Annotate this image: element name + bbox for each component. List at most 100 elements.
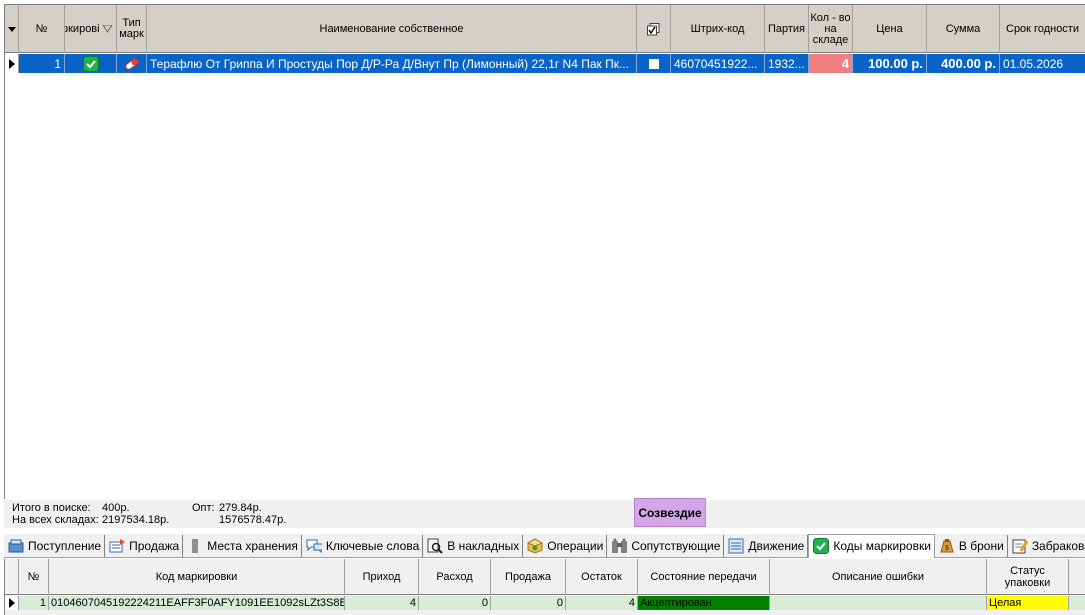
tab-related[interactable]: Сопутствующие [607, 534, 725, 557]
code-row-error [770, 596, 987, 610]
col-pack-status[interactable]: Статус упаковки [987, 559, 1069, 595]
tab-label: Сопутствующие [631, 538, 721, 553]
sale-icon [109, 538, 126, 554]
col-marking[interactable]: ркирові [65, 5, 117, 53]
current-row-icon [9, 58, 15, 69]
col-state[interactable]: Состояние передачи [638, 559, 770, 595]
sozvezdie-button[interactable]: Созвездие [634, 498, 706, 527]
all-stores-label: На всех складах: [12, 514, 99, 526]
tab-reserve[interactable]: $ В брони [935, 534, 1008, 557]
filter-icon [102, 25, 112, 33]
tab-label: Места хранения [207, 538, 298, 553]
row-num: 1 [19, 54, 65, 73]
operations-icon [527, 537, 544, 554]
row-name: Терафлю От Гриппа И Простуды Пор Д/Р-Ра … [147, 54, 637, 73]
code-row-income: 4 [345, 596, 419, 610]
tab-invoices[interactable]: В накладных [423, 534, 524, 557]
col-qty[interactable]: Кол - во на складе [809, 5, 853, 53]
tab-operations[interactable]: Операции [523, 534, 608, 557]
tab-storage[interactable]: Места хранения [183, 534, 302, 557]
col-batch[interactable]: Партия [765, 5, 809, 53]
code-row-code: 0104607045192224211EAFF3F0AFY1091EE1092s… [51, 596, 345, 610]
related-icon [611, 538, 628, 554]
dropdown-arrow-icon [7, 26, 16, 32]
col-sale[interactable]: Продажа [491, 559, 566, 595]
table-row[interactable]: 1 Терафлю От Гриппа И Простуды Пор Д/Р-Р… [5, 54, 1085, 73]
col-price[interactable]: Цена [853, 5, 927, 53]
col-income[interactable]: Приход [345, 559, 419, 595]
marking-codes-header: № Код маркировки Приход Расход Продажа О… [5, 559, 1085, 595]
code-row-sale: 0 [491, 596, 566, 610]
invoice-search-icon [427, 538, 443, 554]
tab-label: В накладных [447, 538, 520, 553]
products-grid[interactable]: № ркирові Тип марк Наименование собствен… [4, 4, 1085, 499]
tab-receipt[interactable]: Поступление [4, 534, 106, 557]
keywords-icon [306, 538, 322, 554]
column-menu-button[interactable] [5, 5, 19, 53]
products-grid-header: № ркирові Тип марк Наименование собствен… [5, 5, 1085, 53]
tab-label: Движение [748, 538, 805, 553]
row-qty: 4 [809, 54, 853, 73]
col-num[interactable]: № [19, 559, 49, 595]
totals-panel: Итого в поиске: 400р. Опт: 279.84р. На в… [4, 500, 1085, 528]
current-row-icon [9, 598, 15, 608]
tab-label: Операции [547, 538, 604, 553]
code-row-num: 1 [19, 596, 49, 610]
tab-label: В брони [958, 538, 1004, 553]
detail-tabs: Поступление Продажа Места хранения Ключе… [4, 533, 1085, 558]
row-barcode: 46070451922... [671, 54, 765, 73]
marking-codes-icon [813, 538, 830, 554]
search-total-label: Итого в поиске: [12, 502, 91, 514]
svg-text:$: $ [945, 545, 949, 552]
col-expiry[interactable]: Срок годности [1000, 5, 1085, 53]
col-num[interactable]: № [19, 5, 65, 53]
all-stores-opt-value: 1576578.47р. [219, 514, 287, 526]
opt-total-label: Опт: [192, 502, 215, 514]
reserve-icon: $ [939, 538, 955, 554]
receipt-icon [8, 538, 24, 554]
tab-label: Ключевые слова [325, 538, 420, 553]
tab-sale[interactable]: Продажа [105, 534, 184, 557]
code-row-pack-status: Целая [987, 596, 1069, 610]
row-indicator [5, 596, 19, 610]
reject-icon [1012, 538, 1028, 554]
marked-check-icon [82, 55, 99, 72]
col-select[interactable] [637, 5, 671, 53]
tab-keywords[interactable]: Ключевые слова [302, 534, 424, 557]
medicine-icon [124, 57, 139, 70]
col-rest[interactable]: Остаток [566, 559, 638, 595]
tab-label: Забракова [1031, 538, 1085, 553]
code-row-rest: 4 [566, 596, 638, 610]
checkbox-icon [648, 58, 659, 69]
col-mark-type[interactable]: Тип марк [117, 5, 147, 53]
col-marking-label: ркирові [65, 22, 100, 35]
col-code[interactable]: Код маркировки [49, 559, 345, 595]
opt-total-value: 279.84р. [219, 502, 262, 514]
marking-codes-grid[interactable]: № Код маркировки Приход Расход Продажа О… [4, 559, 1085, 615]
col-barcode[interactable]: Штрих-код [671, 5, 765, 53]
row-indicator-header [5, 559, 19, 595]
row-marking [65, 54, 117, 73]
code-row-expense: 0 [419, 596, 491, 610]
tab-label: Поступление [28, 538, 102, 553]
row-price: 100.00 р. [853, 54, 927, 73]
tab-reject[interactable]: Забракова [1008, 535, 1085, 557]
col-sum[interactable]: Сумма [927, 5, 1000, 53]
col-error[interactable]: Описание ошибки [770, 559, 987, 595]
storage-icon [187, 538, 203, 554]
row-batch: 1932... [765, 54, 809, 73]
movement-icon [728, 538, 744, 554]
all-stores-value: 2197534.18р. [102, 514, 170, 526]
row-expiry: 01.05.2026 [1000, 54, 1085, 73]
tab-marking-codes[interactable]: Коды маркировки [808, 533, 935, 558]
code-row-state: Акцептирован [638, 596, 770, 610]
col-expense[interactable]: Расход [419, 559, 491, 595]
tab-label: Коды маркировки [833, 539, 931, 553]
checkbox-all-icon [647, 22, 660, 35]
col-name[interactable]: Наименование собственное [147, 5, 637, 53]
table-row[interactable]: 1 0104607045192224211EAFF3F0AFY1091EE109… [5, 596, 1085, 610]
tab-movement[interactable]: Движение [724, 534, 809, 557]
row-mark-type [117, 54, 147, 73]
row-select-checkbox[interactable] [637, 54, 671, 73]
row-indicator [5, 54, 19, 73]
